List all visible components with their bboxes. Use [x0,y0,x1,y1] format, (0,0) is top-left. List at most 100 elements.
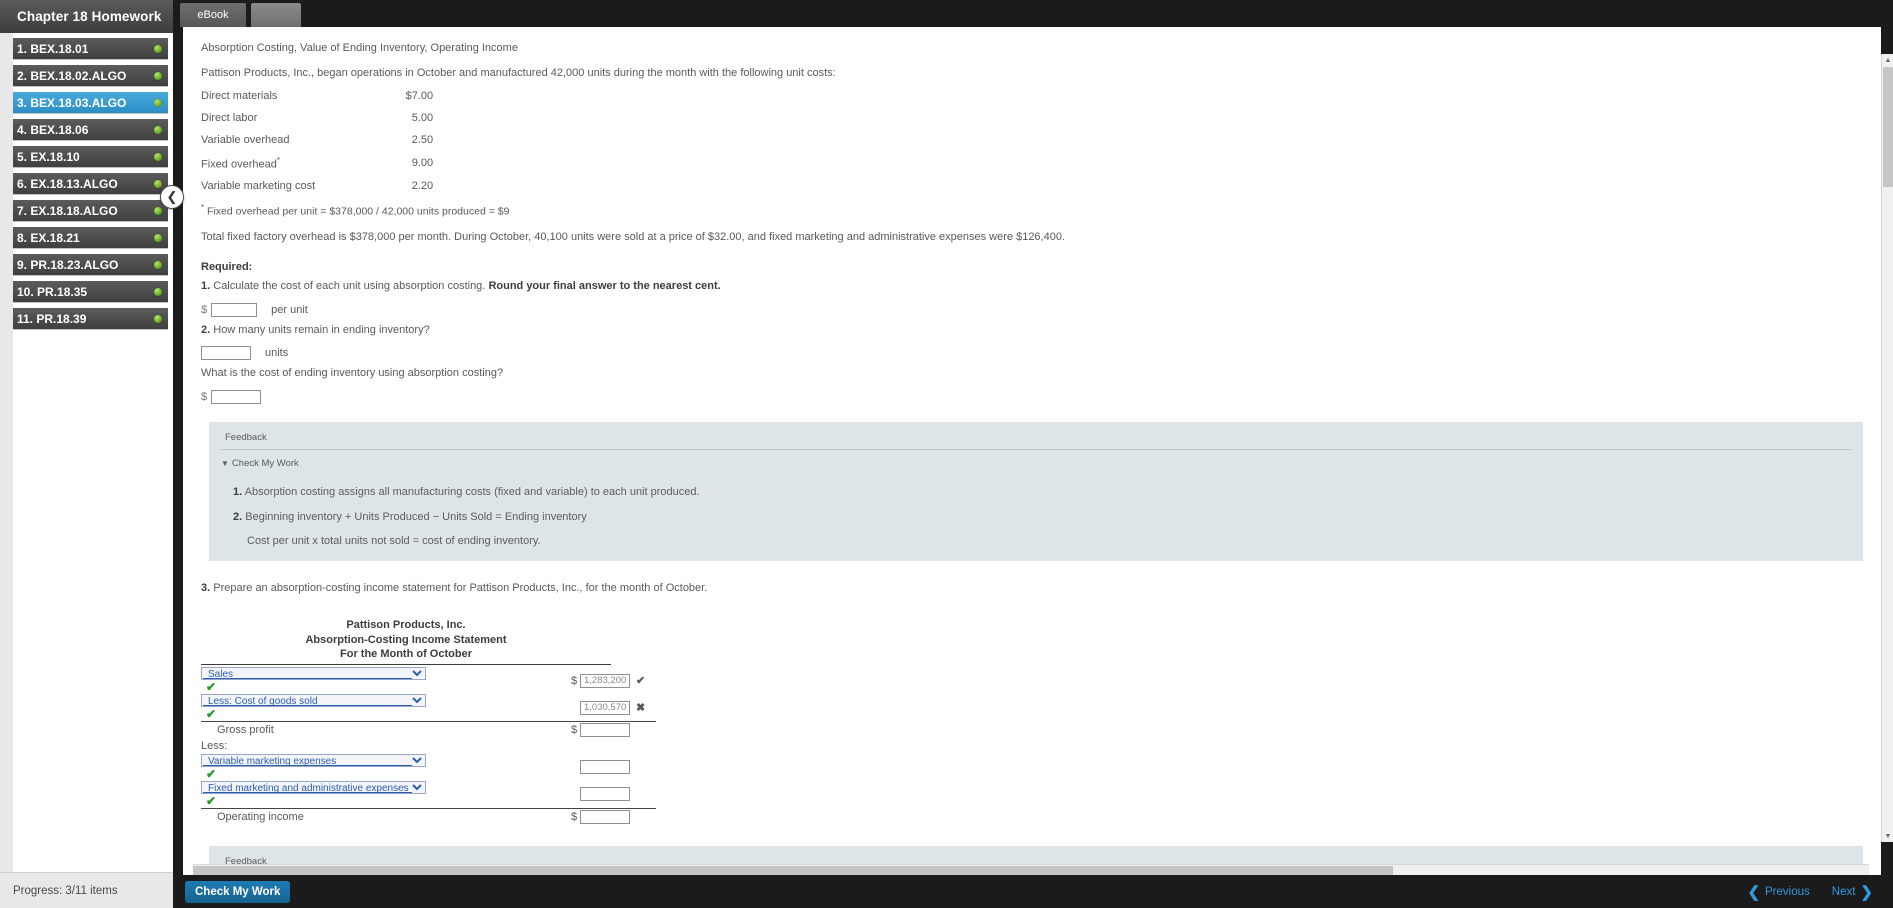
dagger-icon: * [201,203,205,213]
statement-row: SalesLess: Cost of goods soldVariable ma… [201,753,656,781]
pagination-controls: ❮ Previous Next ❯ [1747,883,1893,901]
sidebar-item-9[interactable]: 9. PR.18.23.ALGO [13,254,168,275]
sidebar-item-label: 4. BEX.18.06 [17,122,89,137]
account-select-1[interactable]: SalesLess: Cost of goods soldVariable ma… [201,667,426,681]
scroll-up-icon[interactable]: ▲ [1882,54,1893,66]
cost-label: Fixed overhead* [201,151,315,176]
status-complete-icon [154,206,162,215]
horizontal-scrollbar[interactable] [193,864,1869,875]
statement-spacer [426,754,571,781]
cost-label: Variable marketing cost [201,175,315,197]
sidebar-item-label: 9. PR.18.23.ALGO [17,257,119,272]
scroll-down-icon[interactable]: ▼ [1882,830,1893,842]
status-complete-icon [154,179,162,188]
dollar-sign: $ [201,303,208,316]
sidebar-item-10[interactable]: 10. PR.18.35 [13,281,168,302]
caret-down-icon: ▼ [221,459,229,469]
question-3-number: 3. [201,581,211,594]
sidebar-item-label: 11. PR.18.39 [17,311,87,326]
chevron-left-icon[interactable]: ❮ [160,185,184,209]
sidebar-item-6[interactable]: 6. EX.18.13.ALGO [13,173,168,194]
sidebar-item-4[interactable]: 4. BEX.18.06 [13,119,168,140]
question-2-input[interactable] [201,346,251,361]
statement-spacer [426,721,571,738]
question-2-followup-input[interactable] [211,390,262,405]
sidebar-item-8[interactable]: 8. EX.18.21 [13,227,168,248]
dollar-sign: $ [571,674,578,687]
horizontal-scroll-thumb[interactable] [193,866,1393,875]
statement-value-input-6[interactable] [580,787,630,802]
sidebar-item-1[interactable]: 1. BEX.18.01 [13,38,168,59]
account-select-wrapper: SalesLess: Cost of goods soldVariable ma… [201,667,426,681]
sidebar-item-2[interactable]: 2. BEX.18.02.ALGO [13,65,168,86]
tab-ebook[interactable]: eBook [180,3,246,27]
statement-row: SalesLess: Cost of goods soldVariable ma… [201,667,656,694]
statement-value-input-5[interactable] [580,760,630,775]
sidebar-item-3[interactable]: 3. BEX.18.03.ALGO [13,92,168,113]
sidebar-item-label: 6. EX.18.13.ALGO [17,176,118,191]
status-complete-icon [154,152,162,161]
dollar-sign: $ [571,721,580,738]
status-complete-icon [154,125,162,134]
sidebar-item-7[interactable]: 7. EX.18.18.ALGO [13,200,168,221]
cost-label-text: Fixed overhead [201,158,277,171]
statement-spacer [426,781,571,809]
question-1-text: 1. Calculate the cost of each unit using… [201,279,721,292]
cost-amount: 5.00 [411,111,434,124]
status-complete-icon [154,233,162,242]
statement-value-input-7[interactable] [580,809,630,824]
dollar-sign [571,694,580,722]
feedback-box-1: Feedback ▼ Check My Work 1. Absorption co… [209,422,1863,561]
required-heading: Required: [201,260,253,273]
topic-title: Absorption Costing, Value of Ending Inve… [201,42,518,54]
sidebar-item-11[interactable]: 11. PR.18.39 [13,308,168,329]
account-select-5[interactable]: SalesLess: Cost of goods soldVariable ma… [201,753,426,767]
previous-button[interactable]: ❮ Previous [1747,883,1809,901]
vertical-scrollbar[interactable]: ▲ ▼ [1881,54,1893,842]
statement-value-cell [580,694,636,722]
statement-mark-empty [636,781,656,809]
check-my-work-toggle-1[interactable]: ▼ Check My Work [221,456,1851,475]
correct-check-icon: ✔ [206,707,217,722]
statement-value-input-2[interactable] [580,700,630,715]
question-2-unit-label: units [265,347,289,360]
statement-rows-table: SalesLess: Cost of goods soldVariable ma… [201,667,656,825]
tab-secondary[interactable] [251,3,301,27]
statement-account-cell: SalesLess: Cost of goods soldVariable ma… [201,667,426,694]
cost-row: Variable marketing cost 2.20 [201,175,433,197]
vertical-scroll-thumb[interactable] [1883,67,1893,187]
question-2-number: 2. [201,323,211,336]
cost-label-text: Variable marketing cost [201,180,316,193]
dagger-icon: * [276,155,280,165]
cost-label: Variable overhead [201,129,315,151]
sidebar-item-label: 10. PR.18.35 [17,284,88,299]
statement-value-input-1[interactable] [580,673,630,688]
sidebar-item-5[interactable]: 5. EX.18.10 [13,146,168,167]
account-select-2[interactable]: SalesLess: Cost of goods soldVariable ma… [201,694,426,708]
cost-row: Direct materials $7.00 [201,85,433,107]
statement-value-input-3[interactable] [580,723,630,738]
statement-value-cell [580,807,636,825]
next-button[interactable]: Next ❯ [1832,883,1873,901]
statement-label-text: Less: [201,739,228,752]
chevron-right-icon: ❯ [1860,883,1873,901]
statement-value-cell [580,754,636,781]
statement-account-cell: SalesLess: Cost of goods soldVariable ma… [201,694,426,722]
statement-value-cell [580,721,636,738]
statement-row: Gross profit $ [201,721,656,738]
statement-mark-empty [636,721,656,738]
statement-value-cell [580,667,636,694]
feedback-label: Feedback [225,432,267,444]
account-select-6[interactable]: SalesLess: Cost of goods soldVariable ma… [201,780,426,794]
check-my-work-button[interactable]: Check My Work [185,880,291,903]
dollar-sign [571,754,580,781]
question-1-answer-row: $ per unit [201,302,1871,317]
question-1-input[interactable] [211,302,258,317]
cost-row: Fixed overhead* 9.00 [201,151,433,176]
statement-label-text: Gross profit [217,724,274,737]
statement-label-text: Operating income [217,810,304,823]
dollar-sign [571,781,580,809]
question-1-unit-label: per unit [271,303,308,316]
statement-spacer [426,807,571,825]
question-content: Absorption Costing, Value of Ending Inve… [183,27,1881,875]
